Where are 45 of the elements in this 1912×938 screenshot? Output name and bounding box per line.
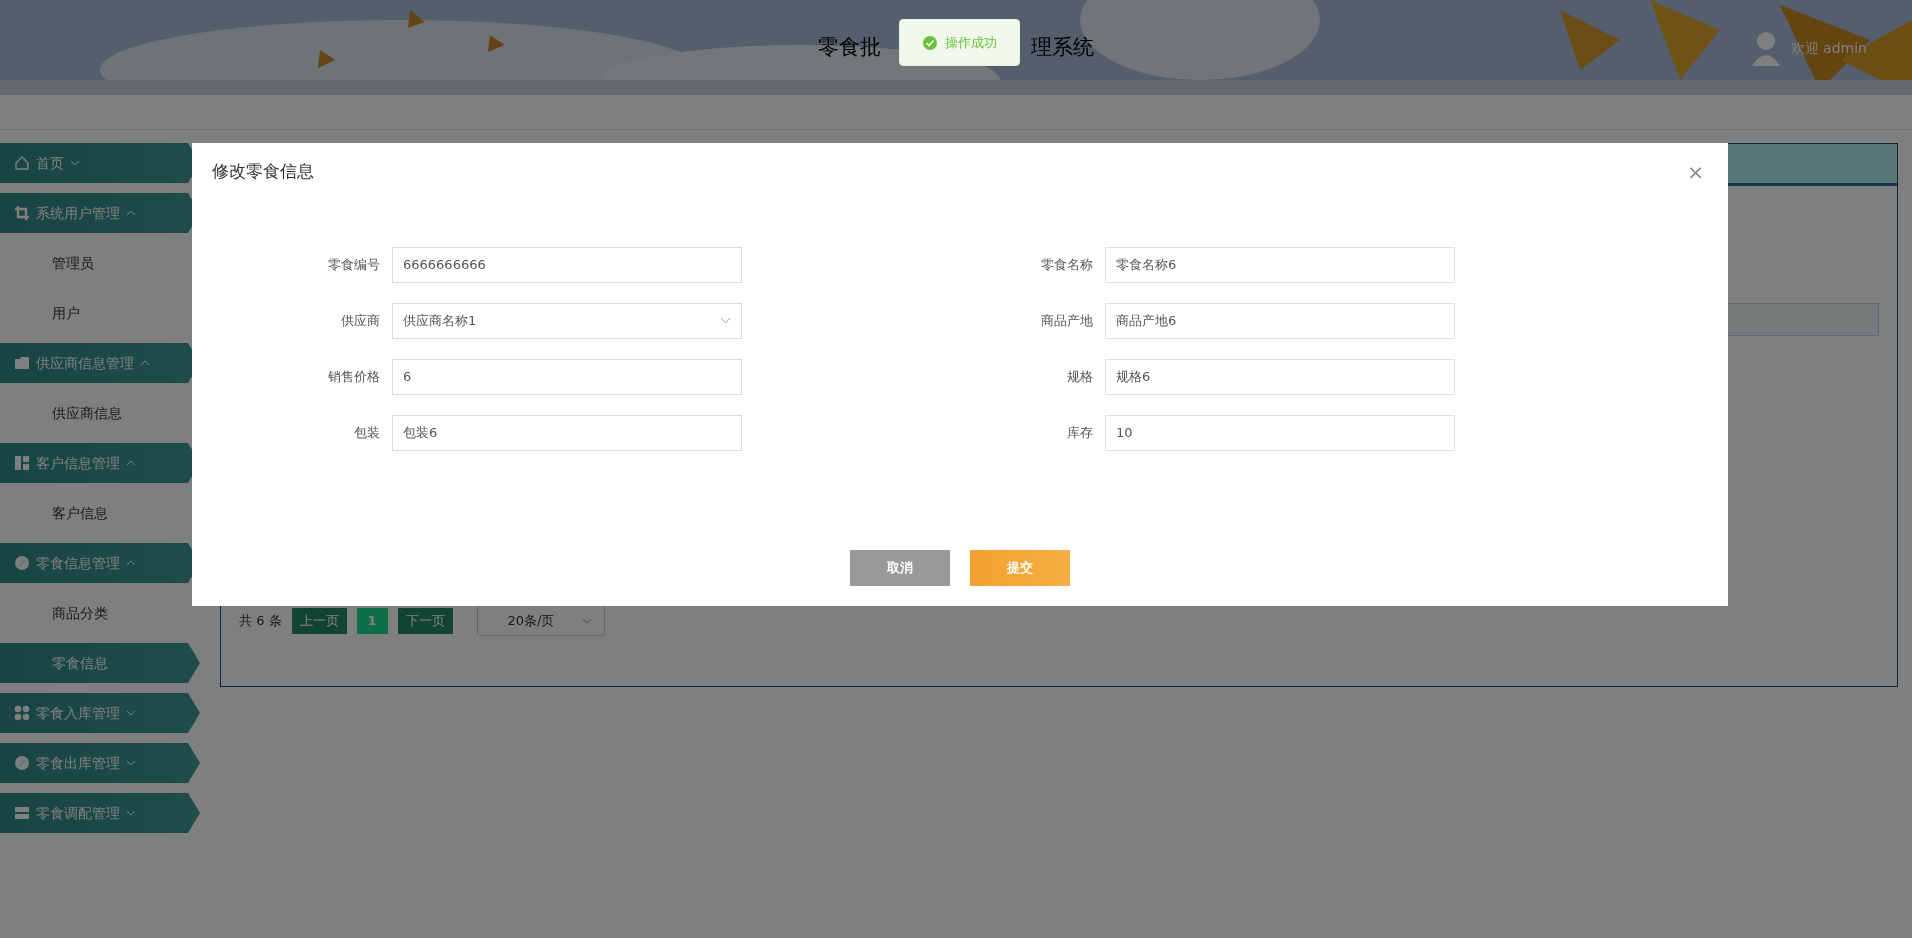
group-label: 零食入库管理 bbox=[36, 703, 120, 723]
input-field[interactable]: 规格6 bbox=[1105, 358, 1455, 395]
cancel-button[interactable]: 取消 bbox=[850, 550, 950, 586]
input-field[interactable]: 6 bbox=[392, 358, 742, 395]
group-label: 零食出库管理 bbox=[36, 753, 120, 773]
chevron-down-icon bbox=[720, 317, 731, 324]
input-field[interactable]: 6666666666 bbox=[392, 246, 742, 283]
input-field[interactable]: 10 bbox=[1105, 414, 1455, 451]
dialog-title: 修改零食信息 bbox=[212, 160, 314, 183]
grid-icon bbox=[14, 455, 30, 471]
input-field[interactable]: 商品产地6 bbox=[1105, 302, 1455, 339]
chevron-down-icon bbox=[581, 617, 592, 624]
list-icon bbox=[14, 805, 30, 821]
field-label: 商品产地 bbox=[1040, 311, 1093, 330]
home-icon bbox=[14, 155, 30, 171]
group-label: 供应商信息管理 bbox=[36, 353, 134, 373]
close-button[interactable]: × bbox=[1683, 161, 1708, 182]
field-label: 销售价格 bbox=[327, 367, 380, 386]
input-field[interactable]: 包装6 bbox=[392, 414, 742, 451]
check-icon bbox=[922, 35, 937, 50]
folder-icon bbox=[14, 355, 30, 371]
group-label: 首页 bbox=[36, 153, 64, 173]
group-label: 系统用户管理 bbox=[36, 203, 120, 223]
group-label: 零食调配管理 bbox=[36, 803, 120, 823]
sidebar-group[interactable]: 零食出库管理 bbox=[0, 743, 200, 783]
sidebar-group[interactable]: 零食入库管理 bbox=[0, 693, 200, 733]
select-field[interactable]: 供应商名称1 bbox=[392, 302, 742, 339]
group-label: 客户信息管理 bbox=[36, 453, 120, 473]
avatar-icon bbox=[1750, 30, 1781, 66]
app-title: 理系统 bbox=[1031, 33, 1094, 61]
sidebar-group[interactable]: 零食调配管理 bbox=[0, 793, 200, 833]
field-label: 包装 bbox=[353, 423, 380, 442]
input-field[interactable]: 零食名称6 bbox=[1105, 246, 1455, 283]
toast-message: 操作成功 bbox=[944, 33, 997, 52]
field-label: 零食编号 bbox=[327, 255, 380, 274]
app-title: 零食批 bbox=[818, 33, 881, 61]
total-count: 共 6 条 bbox=[239, 611, 282, 630]
field-label: 零食名称 bbox=[1040, 255, 1093, 274]
field-label: 供应商 bbox=[340, 311, 380, 330]
apps-icon bbox=[14, 705, 30, 721]
crop-icon bbox=[14, 205, 30, 221]
field-label: 库存 bbox=[1066, 423, 1093, 442]
sidebar-link[interactable]: 零食信息 bbox=[0, 643, 200, 683]
field-label: 规格 bbox=[1066, 367, 1093, 386]
group-label: 零食信息管理 bbox=[36, 553, 120, 573]
